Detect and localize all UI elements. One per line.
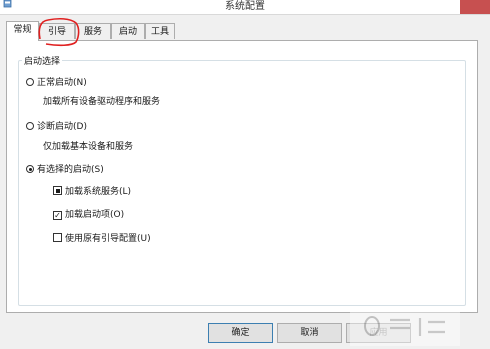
tab-general[interactable]: 常规 <box>6 21 39 41</box>
load-startup-items-checkbox[interactable]: ✓ 加载启动项(O) <box>53 209 124 221</box>
diagnostic-startup-label: 诊断启动(D) <box>37 122 87 132</box>
ok-button[interactable]: 确定 <box>208 323 273 343</box>
watermark-logo <box>350 306 460 346</box>
load-system-services-checkbox[interactable]: 加载系统服务(L) <box>53 186 131 198</box>
selective-startup-label: 有选择的启动(S) <box>37 165 104 175</box>
tab-boot[interactable]: 引导 <box>39 23 75 39</box>
window-title: 系统配置 <box>225 1 265 12</box>
checkbox-indeterminate-icon <box>53 186 62 195</box>
normal-startup-description: 加载所有设备驱动程序和服务 <box>43 97 161 107</box>
cancel-button[interactable]: 取消 <box>277 323 342 343</box>
use-original-boot-checkbox[interactable]: 使用原有引导配置(U) <box>53 233 151 245</box>
normal-startup-radio[interactable]: 正常启动(N) <box>26 77 87 89</box>
tab-label: 服务 <box>83 27 102 37</box>
close-button[interactable] <box>460 0 490 14</box>
tab-startup[interactable]: 启动 <box>111 23 145 39</box>
load-system-services-label: 加载系统服务(L) <box>65 187 132 197</box>
tab-services[interactable]: 服务 <box>75 23 111 39</box>
group-label: 启动选择 <box>22 54 63 67</box>
normal-startup-label: 正常启动(N) <box>37 78 87 88</box>
tab-label: 引导 <box>47 27 66 37</box>
diagnostic-startup-description: 仅加载基本设备和服务 <box>43 142 134 152</box>
checkbox-checked-icon: ✓ <box>53 211 62 220</box>
checkbox-unchecked-icon <box>53 233 62 242</box>
tab-label: 常规 <box>13 25 32 35</box>
title-bar: 系统配置 <box>0 0 490 15</box>
tab-label: 工具 <box>150 27 169 37</box>
use-original-boot-label: 使用原有引导配置(U) <box>65 234 151 244</box>
diagnostic-startup-radio[interactable]: 诊断启动(D) <box>26 121 87 133</box>
radio-button-icon <box>26 122 34 130</box>
tab-tools[interactable]: 工具 <box>145 23 175 39</box>
radio-selected-icon <box>26 165 34 173</box>
selective-startup-radio[interactable]: 有选择的启动(S) <box>26 164 104 176</box>
tab-label: 启动 <box>118 27 137 37</box>
radio-button-icon <box>26 78 34 86</box>
load-startup-items-label: 加载启动项(O) <box>65 210 125 220</box>
